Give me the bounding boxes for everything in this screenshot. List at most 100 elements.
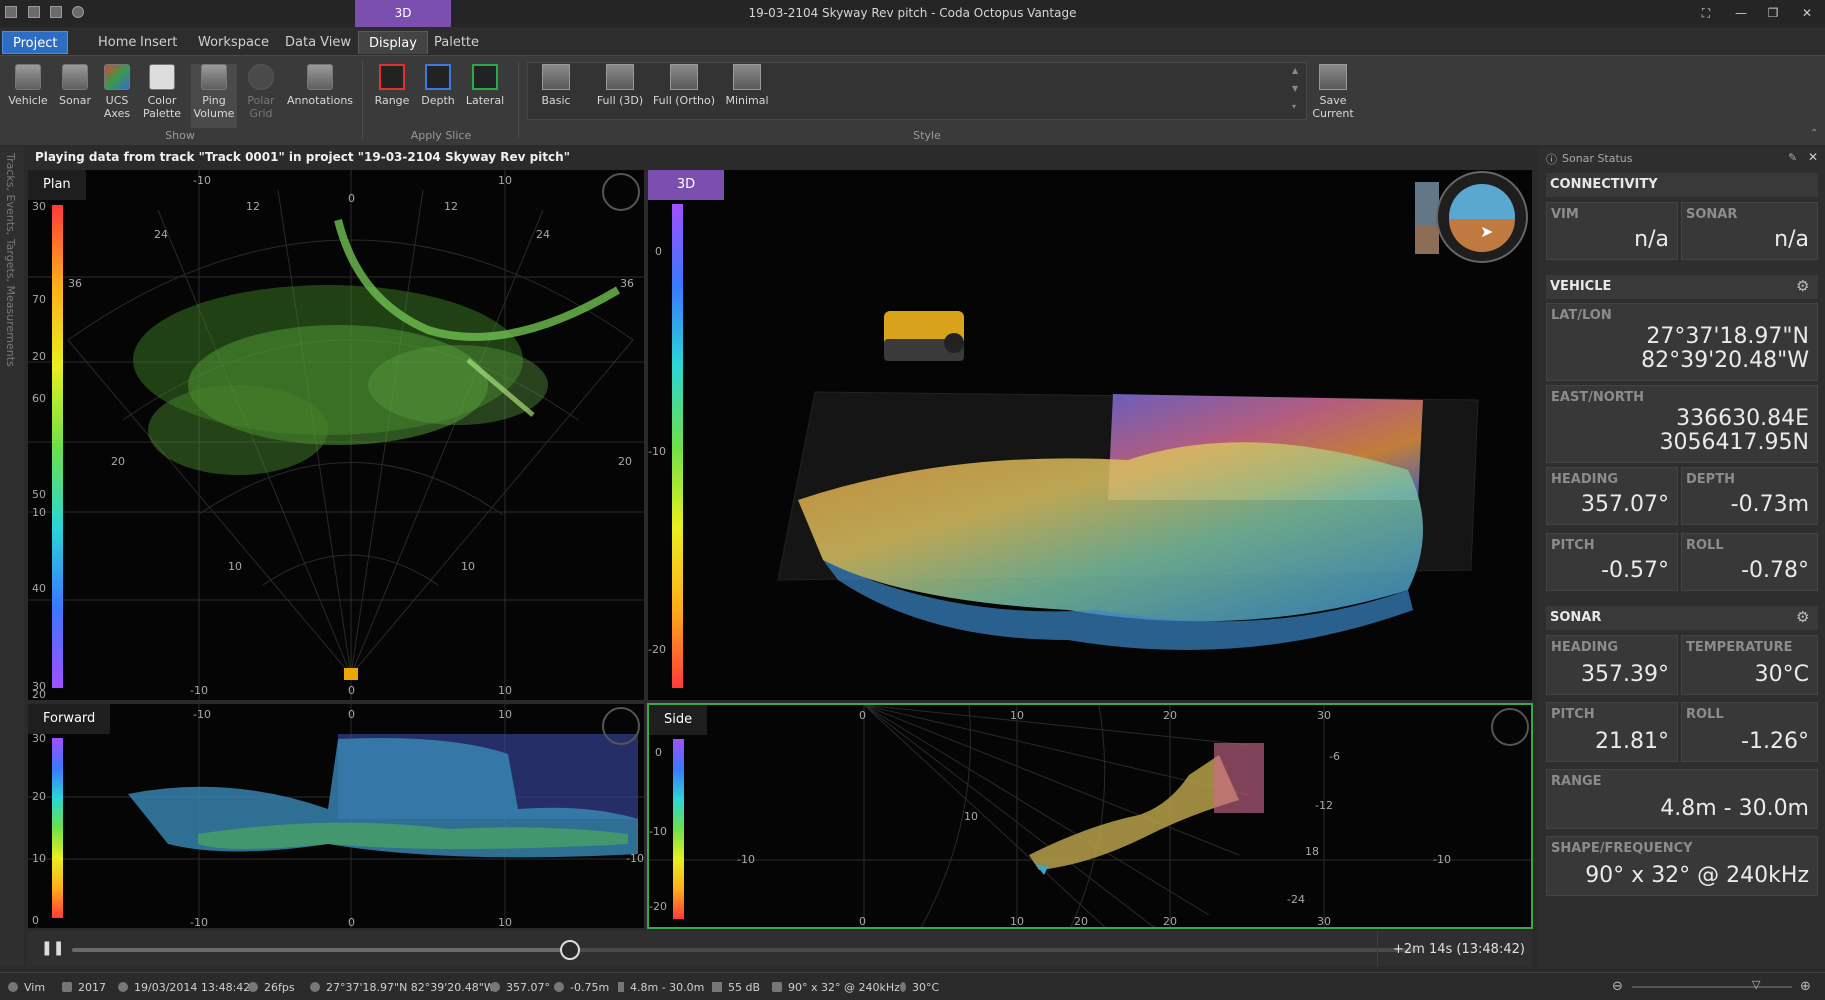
ping-volume-button[interactable]: Ping Volume <box>191 64 237 128</box>
vehicle-heading-cell: HEADING 357.07° <box>1546 467 1678 525</box>
range-slice-button[interactable]: Range <box>372 64 412 107</box>
ribbon-separator <box>362 62 363 138</box>
layout-minimal-icon <box>733 64 761 90</box>
forward-view[interactable]: Forward -10 0 10 -10 0 10 30 20 10 0 -10 <box>27 703 645 929</box>
sonar-shape-cell: SHAPE/FREQUENCY 90° x 32° @ 240kHz <box>1546 836 1818 896</box>
style-full3d-button[interactable]: Full (3D) <box>594 64 646 107</box>
tick-label: 30 <box>32 732 46 745</box>
tick-label: 10 <box>32 506 46 519</box>
polar-grid-button[interactable]: Polar Grid <box>241 64 281 120</box>
close-panel-icon[interactable]: ✕ <box>1808 150 1818 164</box>
tick-label: -20 <box>648 643 666 656</box>
tick-label: 20 <box>1163 709 1177 722</box>
side-view[interactable]: Side 0 10 20 30 0 10 20 30 0 -10 -20 -6 … <box>647 703 1533 929</box>
plan-color-scale <box>52 205 63 688</box>
calendar-icon <box>62 982 72 992</box>
playback-bar: ❚❚ +2m 14s (13:48:42) <box>27 931 1532 967</box>
3d-view[interactable]: 3D 0 -10 -20 <box>647 169 1533 701</box>
zoom-handle-icon[interactable]: ▽ <box>1752 978 1760 991</box>
gallery-scroll-down-icon[interactable]: ▼ <box>1292 84 1298 93</box>
mouse-cursor-icon: ➤ <box>1480 222 1494 241</box>
zoom-slider[interactable] <box>1632 986 1792 988</box>
tick-label: 10 <box>32 852 46 865</box>
range-swatch-icon <box>379 64 405 90</box>
vim-status-text: Vim <box>24 981 46 994</box>
style-full3d-label: Full (3D) <box>596 94 644 107</box>
sonar-settings-icon[interactable]: ⚙ <box>1796 608 1809 626</box>
pin-icon[interactable]: ✎ <box>1788 151 1797 164</box>
fps-status: 26fps <box>248 981 295 994</box>
sonar-button[interactable]: Sonar <box>55 64 95 107</box>
range-label: RANGE <box>1551 774 1602 789</box>
tab-insert[interactable]: Insert <box>130 31 187 54</box>
restore-icon[interactable]: ❐ <box>1762 5 1784 21</box>
datetime-status-text: 19/03/2014 13:48:42 <box>134 981 251 994</box>
orientation-compass[interactable] <box>1436 171 1528 263</box>
gain-icon <box>712 982 722 992</box>
eastnorth-cell: EAST/NORTH 336630.84E 3056417.95N <box>1546 385 1818 463</box>
depth-label: Depth <box>421 94 455 107</box>
tab-workspace[interactable]: Workspace <box>188 31 279 54</box>
fps-icon <box>248 982 258 992</box>
vehicle-settings-icon[interactable]: ⚙ <box>1796 277 1809 295</box>
heading-status: 357.07° <box>490 981 550 994</box>
vehicle-icon <box>15 64 41 90</box>
style-basic-button[interactable]: Basic <box>535 64 577 107</box>
zoom-out-icon[interactable]: ⊖ <box>1612 979 1623 994</box>
playback-track[interactable] <box>72 948 1417 952</box>
tab-data-view[interactable]: Data View <box>275 31 361 54</box>
tick-label: 10 <box>1010 915 1024 928</box>
shape-status-text: 90° x 32° @ 240kHz <box>788 981 900 994</box>
shape-status: 90° x 32° @ 240kHz <box>772 981 900 994</box>
tick-label: -10 <box>1433 853 1451 866</box>
arc-label: 36 <box>68 277 82 290</box>
vehicle-button[interactable]: Vehicle <box>5 64 51 107</box>
tick-label: 30 <box>1317 915 1331 928</box>
minimize-icon[interactable]: — <box>1730 5 1752 21</box>
ucs-axes-button[interactable]: UCS Axes <box>97 64 137 120</box>
tick-label: -10 <box>190 684 208 697</box>
polar-grid-icon <box>248 64 274 90</box>
playback-scrubber[interactable] <box>559 940 580 960</box>
color-palette-button[interactable]: Color Palette <box>141 64 183 120</box>
arc-label: 20 <box>111 455 125 468</box>
tab-display[interactable]: Display <box>358 31 428 54</box>
plan-view[interactable]: Plan -10 0 10 -10 0 10 30 70 20 60 50 10… <box>27 169 645 701</box>
lateral-slice-button[interactable]: Lateral <box>464 64 506 107</box>
ping-volume-icon <box>201 64 227 90</box>
roll-label: ROLL <box>1686 538 1724 553</box>
gain-status-text: 55 dB <box>728 981 761 994</box>
eastnorth-label: EAST/NORTH <box>1551 390 1645 405</box>
pause-icon[interactable]: ❚❚ <box>41 940 64 956</box>
style-fullortho-button[interactable]: Full (Ortho) <box>652 64 716 107</box>
annotations-icon <box>307 64 333 90</box>
ribbon-tabs: Project Home Insert Workspace Data View … <box>0 28 1825 55</box>
gallery-scroll-up-icon[interactable]: ▲ <box>1292 66 1298 75</box>
tick-label: 20 <box>32 688 46 701</box>
tick-label: 10 <box>498 174 512 187</box>
vehicle-header: VEHICLE <box>1546 275 1818 299</box>
fullscreen-icon[interactable]: ⛶ <box>1695 5 1717 21</box>
sonar-status-panel: ⓘ Sonar Status ✎ ✕ CONNECTIVITY VIM n/a S… <box>1538 147 1825 967</box>
playback-time: +2m 14s (13:48:42) <box>1393 942 1525 957</box>
annotations-button[interactable]: Annotations <box>286 64 354 107</box>
tick-label: 10 <box>498 708 512 721</box>
sonar-label: Sonar <box>59 94 91 107</box>
style-minimal-button[interactable]: Minimal <box>722 64 772 107</box>
ribbon-collapse-icon[interactable]: ⌃ <box>1810 128 1818 139</box>
tab-palette[interactable]: Palette <box>424 31 489 54</box>
tick-label: 0 <box>32 914 39 927</box>
tick-label: 0 <box>348 708 355 721</box>
heading-label: HEADING <box>1551 640 1618 655</box>
north-value: 3056417.95N <box>1659 430 1809 455</box>
zoom-in-icon[interactable]: ⊕ <box>1800 979 1811 994</box>
side-panel-tabs[interactable]: Tracks, Events, Targets, Measurements <box>0 147 24 967</box>
gallery-more-icon[interactable]: ▾ <box>1292 102 1296 111</box>
tab-project[interactable]: Project <box>2 31 69 54</box>
sonar-heading-cell: HEADING 357.39° <box>1546 635 1678 695</box>
save-layout-icon <box>1319 64 1347 90</box>
depth-slice-button[interactable]: Depth <box>418 64 458 107</box>
save-current-button[interactable]: Save Current <box>1310 64 1356 120</box>
close-icon[interactable]: ✕ <box>1796 5 1818 21</box>
annotations-label: Annotations <box>286 94 354 107</box>
